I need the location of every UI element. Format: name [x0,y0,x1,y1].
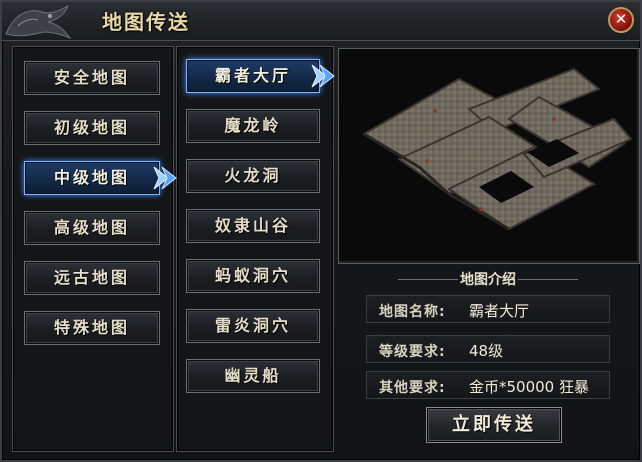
map-info-title: 地图介绍 [460,272,516,288]
map-ant-cave-button[interactable]: 蚂蚁洞穴 [186,259,320,293]
map-ghost-ship-button[interactable]: 幽灵船 [186,359,320,393]
selected-arrow-icon [153,166,177,190]
level-requirement-label: 等级要求: [379,344,446,360]
level-requirement-row: 等级要求: 48级 [366,335,610,363]
map-fire-dragon-cave-button[interactable]: 火龙洞 [186,159,320,193]
level-requirement-value: 48级 [469,342,504,360]
category-advanced-map-button[interactable]: 高级地图 [24,211,160,245]
other-requirement-label: 其他要求: [379,380,446,396]
dragon-ornament-icon [5,4,72,40]
category-safe-map-button[interactable]: 安全地图 [24,61,160,95]
map-thunder-cave-button[interactable]: 雷炎洞穴 [186,309,320,343]
category-intermediate-map-button[interactable]: 中级地图 [24,161,160,195]
category-ancient-map-button[interactable]: 远古地图 [24,261,160,295]
close-button[interactable]: ✕ [608,7,634,33]
other-requirement-value: 金币*50000 狂暴 [469,378,589,396]
selected-map-arrow-icon [311,64,335,88]
map-name-label: 地图名称: [379,304,446,320]
category-special-map-button[interactable]: 特殊地图 [24,311,160,345]
window-title: 地图传送 [102,10,190,34]
map-name-row: 地图名称: 霸者大厅 [366,295,610,323]
map-preview-image [339,49,637,261]
map-info-header: 地图介绍 [338,268,638,290]
teleport-window: 地图传送 ✕ 安全地图 初级地图 中级地图 高级地图 远古地图 特殊地图 霸者大… [0,0,642,462]
title-bar[interactable]: 地图传送 ✕ [2,2,640,41]
teleport-now-button[interactable]: 立即传送 [426,407,562,443]
category-beginner-map-button[interactable]: 初级地图 [24,111,160,145]
map-preview [338,48,640,264]
category-panel [12,46,174,452]
other-requirement-row: 其他要求: 金币*50000 狂暴 [366,371,610,399]
map-name-value: 霸者大厅 [469,302,530,320]
map-hall-button[interactable]: 霸者大厅 [186,59,320,93]
map-demon-dragon-ridge-button[interactable]: 魔龙岭 [186,109,320,143]
map-slave-valley-button[interactable]: 奴隶山谷 [186,209,320,243]
